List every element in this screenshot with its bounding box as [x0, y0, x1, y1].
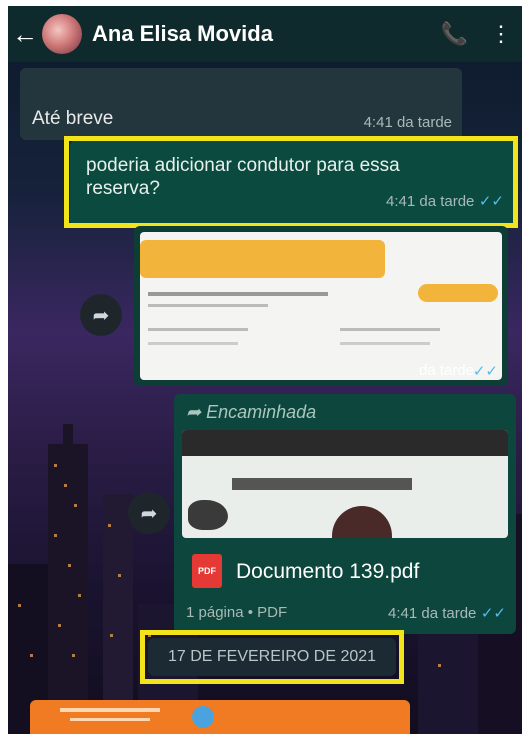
thumb-lines [340, 328, 440, 331]
message-text: Até breve [32, 108, 114, 129]
arrow-left-icon[interactable]: ← [12, 19, 38, 50]
more-vert-icon[interactable]: ⋮ [490, 21, 512, 47]
thumb-banner [140, 240, 385, 278]
document-message[interactable]: ➦ Encaminhada PDF Documento 139.pdf 1 pá… [174, 394, 516, 634]
partial-lines [60, 708, 160, 712]
message-status: 4:41 da tarde ✓✓ [388, 604, 506, 623]
preview-photo [332, 506, 392, 538]
chat-screen: ← Ana Elisa Movida 📞 ⋮ Até breve 4:41 da… [8, 6, 522, 734]
partial-circle [192, 706, 214, 728]
highlight-box [64, 136, 518, 228]
image-message-partial[interactable] [30, 700, 410, 734]
partial-lines [70, 718, 150, 721]
avatar[interactable] [42, 14, 82, 54]
image-thumbnail[interactable] [140, 232, 502, 380]
forwarded-text: Encaminhada [206, 402, 317, 422]
thumb-lines [148, 342, 238, 345]
message-time: 4:41 da tarde [363, 114, 452, 131]
thumb-lines [148, 328, 248, 331]
chat-header: ← Ana Elisa Movida 📞 ⋮ [8, 6, 522, 62]
message-received[interactable]: Até breve 4:41 da tarde [20, 68, 462, 140]
forward-icon[interactable]: ➦ [128, 492, 170, 534]
forwarded-label: ➦ Encaminhada [186, 402, 316, 423]
forward-icon[interactable]: ➦ [80, 294, 122, 336]
message-time: 4:41 da tarde [388, 605, 477, 622]
document-preview[interactable] [182, 430, 508, 538]
pdf-icon: PDF [192, 554, 222, 588]
preview-header [182, 430, 508, 456]
message-time: da tarde [418, 362, 474, 379]
contact-name[interactable]: Ana Elisa Movida [92, 21, 441, 47]
thumb-button [418, 284, 498, 302]
image-message[interactable]: da tarde ✓✓ [134, 226, 508, 386]
preview-map [188, 500, 228, 530]
highlight-box [140, 630, 404, 684]
document-name[interactable]: Documento 139.pdf [236, 560, 419, 584]
thumb-lines [148, 304, 268, 307]
thumb-lines [340, 342, 430, 345]
add-call-icon[interactable]: 📞 [441, 21, 468, 47]
thumb-lines [148, 292, 328, 296]
preview-line [232, 478, 412, 490]
document-meta: 1 página • PDF [186, 604, 288, 621]
forwarded-icon: ➦ [186, 402, 202, 422]
double-check-icon: ✓✓ [472, 363, 498, 380]
double-check-icon: ✓✓ [480, 605, 506, 622]
